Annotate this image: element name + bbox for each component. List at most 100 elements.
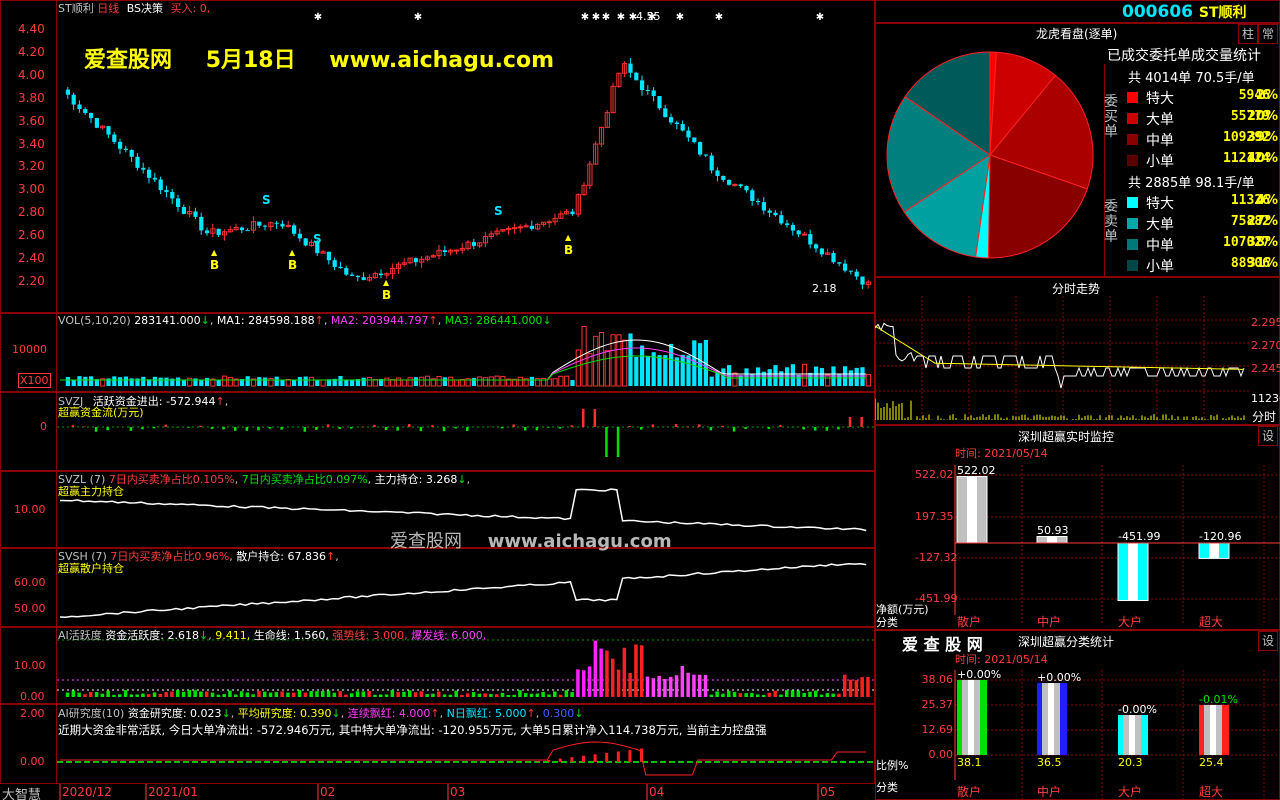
- ai-active-bar: [732, 691, 737, 697]
- ai-active-bar: [350, 693, 354, 697]
- ai-active-bar: [152, 692, 157, 697]
- svzj-bar: [326, 424, 330, 427]
- svzj-bar: [582, 409, 585, 427]
- ai-active-bar: [297, 690, 302, 697]
- svzj-bar: [732, 427, 736, 432]
- svzj-bar: [860, 417, 863, 427]
- classify-bar-highlight: [1129, 714, 1135, 755]
- normal-view-button[interactable]: 常: [1258, 24, 1278, 44]
- volume-bar-up: [865, 373, 871, 387]
- candle-body-down: [205, 230, 210, 234]
- candle-body-up: [453, 249, 460, 252]
- ai-active-bar: [94, 692, 99, 697]
- classify-bar-chart[interactable]: [875, 630, 1280, 800]
- ai-active-bar: [431, 693, 435, 697]
- buy-row-pct: 39%: [1246, 130, 1278, 145]
- ai-active-bar: [321, 691, 325, 697]
- candle-body-down: [239, 227, 244, 231]
- classify-bar-value: 20.3: [1118, 756, 1143, 769]
- ai-active-bar: [419, 691, 424, 697]
- top-star-marker: ✱: [816, 12, 824, 23]
- ai-active-bar: [216, 694, 221, 697]
- ai-active-bar: [210, 692, 215, 697]
- ai-active-bar: [402, 691, 406, 697]
- svzl-label3: 主力持仓: 3.268: [374, 473, 458, 486]
- ai-active-bar: [854, 680, 859, 697]
- svzj-bar: [686, 426, 689, 427]
- svzj-bar: [593, 409, 597, 427]
- ai-active-bar: [454, 690, 458, 697]
- ai-active-bar: [100, 693, 105, 697]
- ai-active-bar: [176, 690, 180, 697]
- volume-bar-down: [257, 377, 262, 386]
- svzj-bar: [558, 427, 562, 429]
- volume-bar-down: [744, 368, 749, 386]
- volume-bar-up: [482, 377, 489, 387]
- volume-bar-down: [245, 376, 250, 386]
- ai-research-l2: 平均研究度: 0.390: [237, 707, 332, 720]
- top-star-marker: ✱: [617, 12, 625, 23]
- ai-active-bar: [239, 691, 244, 697]
- volume-bar-down: [808, 372, 813, 386]
- volume-bar-down: [164, 377, 169, 386]
- svzj-bar: [152, 427, 156, 429]
- right-code-title: 000606 ST顺利: [1122, 2, 1247, 22]
- volume-bar-up: [419, 376, 425, 387]
- volume-bar-down: [297, 377, 302, 386]
- svzj-bar: [547, 427, 550, 428]
- ai-active-bar: [750, 692, 754, 697]
- candle-body-down: [628, 63, 633, 73]
- svzj-title: 超赢资金流(万元): [58, 406, 144, 419]
- buy-row-name: 特大: [1146, 91, 1174, 107]
- ai-research-bar: [570, 757, 574, 762]
- volume-bar-down: [216, 379, 221, 386]
- ai-active-bar: [541, 691, 545, 697]
- candle-body-down: [808, 234, 813, 245]
- svzj-bar: [837, 427, 840, 430]
- ai-research-name: AI研究度(10): [58, 707, 125, 720]
- candle-body-up: [546, 221, 552, 224]
- volume-bar-up: [801, 363, 808, 387]
- sell-row-pct: 31%: [1246, 256, 1278, 271]
- volume-bar-down: [292, 379, 297, 386]
- candle-body-down: [147, 169, 152, 178]
- classify-bar-category: 大户: [1118, 785, 1143, 799]
- ai-active-bar: [286, 692, 290, 697]
- volume-bar-up: [407, 377, 413, 387]
- buy-row-name: 中单: [1146, 133, 1174, 149]
- buy-color-swatch: [1127, 113, 1138, 124]
- svzj-bar: [767, 427, 771, 430]
- ai-active-bar: [634, 644, 638, 697]
- volume-bar-up: [227, 377, 233, 387]
- candle-body-down: [831, 252, 836, 263]
- ai-active-bar: [576, 669, 580, 697]
- vol-ma3: MA3: 286441.000: [444, 314, 543, 327]
- candle-body-down: [814, 244, 819, 249]
- ai-active-bar: [158, 693, 163, 697]
- volume-bar-down: [709, 376, 714, 386]
- ai-research-bar: [616, 751, 620, 762]
- ai-active-bar: [767, 692, 772, 697]
- top-star-marker: ✱: [592, 12, 600, 23]
- svzj-bar: [466, 427, 469, 431]
- candle-body-down: [135, 156, 140, 168]
- ai-active-bar: [147, 694, 151, 697]
- volume-bar-down: [315, 379, 320, 386]
- ai-active-bar: [825, 693, 830, 697]
- candle-body-down: [721, 175, 726, 180]
- volume-bar-down: [796, 374, 801, 386]
- price-tick-label: 2.20: [18, 273, 45, 288]
- intraday-chart[interactable]: [875, 296, 1250, 421]
- buy-signal-label: B: [382, 288, 392, 302]
- volume-bar-up: [366, 377, 373, 387]
- bar-view-button[interactable]: 柱: [1238, 24, 1258, 44]
- svzj-bar: [698, 424, 701, 427]
- buy-signal-arrow: ▲: [565, 233, 572, 242]
- ai-active-bar: [814, 690, 818, 697]
- candle-body-down: [692, 137, 697, 143]
- intraday-button[interactable]: 分时: [1252, 408, 1276, 425]
- svzj-bar: [848, 417, 852, 427]
- volume-bar-up: [500, 375, 506, 387]
- realtime-bar-value: -451.99: [1118, 530, 1161, 543]
- order-pie-chart[interactable]: [880, 50, 1100, 270]
